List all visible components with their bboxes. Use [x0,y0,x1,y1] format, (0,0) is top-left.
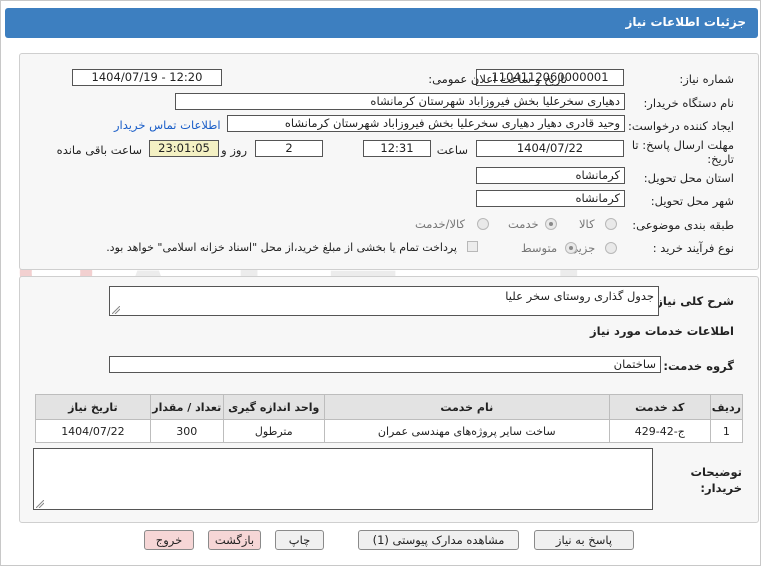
deadline-label-date: تاریخ: [707,152,734,166]
category-label: طبقه بندی موضوعی: [632,218,734,232]
category-option-service: خدمت [508,217,539,231]
announce-label: تاریخ و ساعت اعلان عمومی: [428,72,567,86]
summary-text: جدول گذاری روستای سخر علیا [505,289,654,303]
service-group-label: گروه خدمت: [663,359,734,373]
purchase-option-medium: متوسط [521,241,558,255]
view-attachments-button[interactable]: مشاهده مدارک پیوستی (1) [358,530,519,550]
creator-field: وحید قادری دهیار دهیاری سخرعلیا بخش فیرو… [227,115,625,132]
cell-quantity: 300 [149,419,224,443]
treasury-payment-note: پرداخت تمام یا بخشی از مبلغ خرید،از محل … [106,241,457,254]
category-radio-goods[interactable] [605,218,617,230]
col-header-quantity: تعداد / مقدار [149,394,224,420]
deadline-label: مهلت ارسال پاسخ: تا [631,138,734,152]
deadline-time-label: ساعت [436,143,468,157]
buyer-notes-label-2: خریدار: [700,481,742,495]
treasury-payment-checkbox[interactable] [467,241,478,252]
page-header: جزئیات اطلاعات نیاز [5,8,758,38]
category-option-goods: کالا [579,217,595,231]
announce-field: 1404/07/19 - 12:20 [72,69,222,86]
category-option-goods-service: کالا/خدمت [415,217,466,231]
cell-service-name: ساخت سایر پروژه‌های مهندسی عمران [323,419,610,443]
back-button[interactable]: بازگشت [208,530,261,550]
summary-field: جدول گذاری روستای سخر علیا [109,286,659,316]
days-remaining-field: 2 [255,140,323,157]
remaining-time-field: 23:01:05 [149,140,219,157]
reply-button[interactable]: پاسخ به نیاز [534,530,634,550]
col-header-unit: واحد اندازه گیری [222,394,325,420]
purchase-radio-minor[interactable] [605,242,617,254]
province-label: استان محل تحویل: [643,171,734,185]
table-header-row: ردیف کد خدمت نام خدمت واحد اندازه گیری ت… [35,394,744,420]
cell-service-code: ج-42-429 [608,419,711,443]
page-frame: جزئیات اطلاعات نیاز AriaTender.neT شماره… [0,0,761,566]
cell-row-number: 1 [709,419,744,443]
purchase-radio-medium[interactable] [565,242,577,254]
cell-unit: مترطول [222,419,325,443]
province-field: کرمانشاه [476,167,625,184]
creator-label: ایجاد کننده درخواست: [628,119,734,133]
service-group-field: ساختمان [109,356,661,373]
table-row: 1 ج-42-429 ساخت سایر پروژه‌های مهندسی عم… [35,419,744,443]
contact-buyer-link[interactable]: اطلاعات تماس خریدار [114,118,221,132]
col-header-row-number: ردیف [709,394,744,420]
days-label: روز و [221,143,247,157]
category-radio-goods-service[interactable] [477,218,489,230]
purchase-type-label: نوع فرآیند خرید : [652,241,734,255]
buyer-org-label: نام دستگاه خریدار: [643,96,734,110]
services-table: ردیف کد خدمت نام خدمت واحد اندازه گیری ت… [35,394,744,443]
resize-grip-icon[interactable] [36,500,44,508]
col-header-need-date: تاریخ نیاز [35,394,151,420]
deadline-time-field: 12:31 [363,140,431,157]
page-title: جزئیات اطلاعات نیاز [625,15,746,29]
summary-label: شرح کلی نیاز: [651,294,734,308]
print-button[interactable]: چاپ [275,530,324,550]
need-number-label: شماره نیاز: [679,72,734,86]
category-radio-service[interactable] [545,218,557,230]
buyer-notes-field[interactable] [33,448,653,510]
col-header-service-code: کد خدمت [608,394,711,420]
city-label: شهر محل تحویل: [650,194,734,208]
services-section-title: اطلاعات خدمات مورد نیاز [590,324,734,338]
exit-button[interactable]: خروج [144,530,194,550]
resize-grip-icon[interactable] [112,306,120,314]
cell-need-date: 1404/07/22 [35,419,151,443]
buyer-notes-label: توضیحات [690,465,743,479]
city-field: کرمانشاه [476,190,625,207]
remaining-time-label: ساعت باقی مانده [56,143,142,157]
col-header-service-name: نام خدمت [323,394,610,420]
buyer-org-field: دهیاری سخرعلیا بخش فیروزاباد شهرستان کرم… [175,93,625,110]
deadline-date-field: 1404/07/22 [476,140,624,157]
